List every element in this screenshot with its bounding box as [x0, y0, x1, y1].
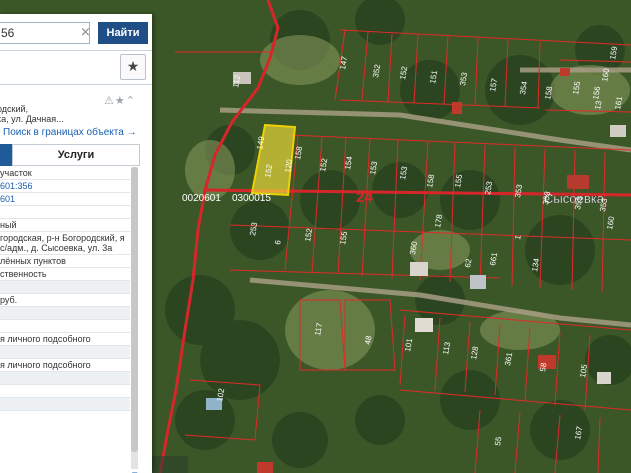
detail-row[interactable]: 601:356	[0, 180, 130, 193]
map-status-strip	[148, 456, 188, 473]
detail-row	[0, 307, 130, 320]
detail-row: участок	[0, 167, 130, 180]
search-within-object-link[interactable]: Поиск в границах объекта →	[3, 127, 137, 138]
address-line-1: одский,	[0, 104, 29, 114]
quarter-label-1: 0020601	[182, 193, 221, 204]
detail-row: городская, р-н Богородский, я с/адм., д.…	[0, 232, 130, 255]
detail-row: ный	[0, 219, 130, 232]
detail-row: я личного подсобного	[0, 359, 130, 372]
detail-row	[0, 372, 130, 385]
search-input[interactable]: 56	[0, 22, 90, 44]
detail-row	[0, 320, 130, 333]
warning-star-collapse-icons[interactable]: ⚠★⌃	[104, 94, 136, 107]
tab-info[interactable]	[0, 144, 12, 166]
object-address: одский, ка, ул. Дачная...	[0, 104, 107, 124]
divider	[0, 84, 152, 85]
detail-row	[0, 385, 130, 398]
detail-row: лённых пунктов	[0, 255, 130, 268]
detail-row	[0, 206, 130, 219]
tabs: Услуги	[0, 144, 140, 166]
detail-row	[0, 398, 130, 411]
divider	[0, 50, 152, 51]
address-line-2: ка, ул. Дачная...	[0, 114, 64, 124]
detail-row: я личного подсобного	[0, 333, 130, 346]
detail-row	[0, 281, 130, 294]
details-table: участок 601:356 601 ный городская, р-н Богор…	[0, 167, 130, 411]
detail-row[interactable]: 601	[0, 193, 130, 206]
quarter-label-2: 0300015	[232, 193, 271, 204]
favorite-star-icon[interactable]: ★	[120, 54, 146, 80]
tab-services[interactable]: Услуги	[12, 144, 140, 166]
detail-row: ственность	[0, 268, 130, 281]
scrollbar-thumb[interactable]	[131, 167, 138, 452]
search-bar: 56 × Найти	[0, 20, 152, 46]
detail-row: руб.	[0, 294, 130, 307]
quarter-number: 24	[356, 189, 373, 206]
info-panel: 56 × Найти ★ ⚠★⌃ одский, ка, ул. Дачная.…	[0, 14, 152, 473]
detail-row	[0, 346, 130, 359]
find-button[interactable]: Найти	[98, 22, 148, 44]
clear-icon[interactable]: ×	[80, 25, 91, 40]
scrollbar[interactable]	[131, 167, 138, 469]
